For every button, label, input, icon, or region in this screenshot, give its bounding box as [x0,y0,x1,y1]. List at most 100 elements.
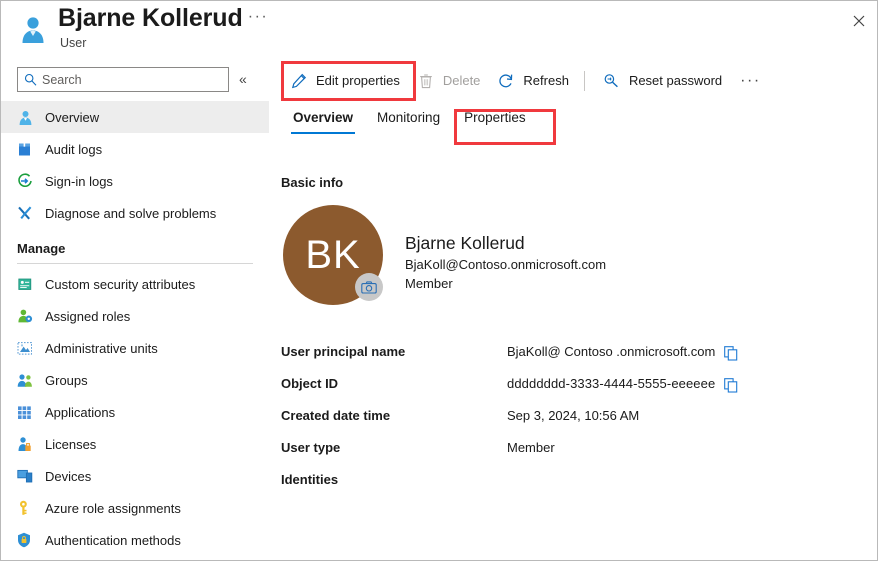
profile-text: Bjarne Kollerud BjaKoll@Contoso.onmicros… [405,205,606,293]
sidebar-item-label: Assigned roles [45,308,131,324]
sidebar-item-label: Devices [45,468,92,484]
sidebar-item-diagnose-and-solve-problems[interactable]: Diagnose and solve problems [1,197,269,229]
sidebar-item-label: Sign-in logs [45,173,113,189]
sidebar-item-applications[interactable]: Applications [1,396,269,428]
camera-icon[interactable] [355,273,383,301]
sidebar-nav-list: Overview Audit logs Sign-in logs Diagnos… [1,101,269,556]
property-key: User principal name [281,343,406,359]
refresh-button[interactable]: Refresh [488,65,577,97]
sidebar-item-label: Custom security attributes [45,276,196,292]
avatar-wrap: BK [283,205,383,305]
shield-lock-icon [17,530,39,550]
sidebar-divider [17,263,253,264]
edit-properties-label: Edit properties [316,73,400,88]
property-value: dddddddd-3333-4444-5555-eeeeee [507,375,716,391]
sidebar-item-sign-in-logs[interactable]: Sign-in logs [1,165,269,197]
sidebar-item-devices[interactable]: Devices [1,460,269,492]
blade-header: Bjarne Kollerud User ··· [1,1,877,57]
sidebar-item-audit-logs[interactable]: Audit logs [1,133,269,165]
toolbar-divider [583,70,585,91]
property-value: BjaKoll@ Contoso .onmicrosoft.com [507,343,716,359]
wrench-icon [17,203,39,223]
sidebar-item-label: Authentication methods [45,532,181,548]
property-row-user-principal-name: User principal name BjaKoll@ Contoso .on… [281,335,867,367]
sidebar-item-label: Licenses [45,436,97,452]
reset-password-button[interactable]: Reset password [594,65,730,97]
profile-upn: BjaKoll@Contoso.onmicrosoft.com [405,257,607,272]
certificate-icon [17,274,39,294]
sidebar-item-overview[interactable]: Overview [1,101,269,133]
key-search-icon [602,72,622,90]
sidebar-item-label: Applications [45,404,116,420]
sidebar-item-assigned-roles[interactable]: Assigned roles [1,300,269,332]
sidebar-item-label: Audit logs [45,141,103,157]
sidebar-item-administrative-units[interactable]: Administrative units [1,332,269,364]
sign-in-icon [17,171,39,191]
close-icon[interactable] [846,10,872,36]
sidebar-item-label: Diagnose and solve problems [45,205,217,221]
section-title-basic-info: Basic info [281,175,344,190]
header-more-menu-button[interactable]: ··· [247,9,269,31]
licenses-icon [17,434,39,454]
copy-icon[interactable] [724,345,738,361]
property-row-identities: Identities [281,463,867,495]
sidebar-item-custom-security-attributes[interactable]: Custom security attributes [1,268,269,300]
blade-content: Edit properties Delete Refresh Reset pas… [269,57,877,560]
tab-bar: Overview Monitoring Properties [269,104,877,142]
sidebar-item-label: Administrative units [45,340,158,356]
sidebar-group-title-manage: Manage [17,240,66,256]
property-row-object-id: Object ID dddddddd-3333-4444-5555-eeeeee [281,367,867,399]
sidebar-item-groups[interactable]: Groups [1,364,269,396]
collapse-sidebar-chevron-icon[interactable]: « [239,69,247,89]
sidebar-item-authentication-methods[interactable]: Authentication methods [1,524,269,556]
user-icon [17,13,49,45]
sidebar-search-row: « [17,67,253,92]
sidebar: « Overview [1,57,269,560]
search-input[interactable] [42,72,212,87]
property-value: Member [507,439,555,455]
property-key: Created date time [281,407,391,423]
key-icon [17,498,39,518]
edit-properties-button[interactable]: Edit properties [281,65,408,97]
applications-grid-icon [17,402,39,422]
groups-icon [17,370,39,390]
command-toolbar: Edit properties Delete Refresh Reset pas… [269,57,877,104]
sidebar-item-licenses[interactable]: Licenses [1,428,269,460]
property-key: Identities [281,471,339,487]
devices-icon [17,466,39,486]
tab-overview[interactable]: Overview [281,104,365,134]
book-icon [17,139,39,159]
delete-label: Delete [442,73,481,88]
toolbar-more-menu-button[interactable]: ··· [734,72,766,88]
property-row-user-type: User type Member [281,431,867,463]
property-key: User type [281,439,341,455]
property-row-created-date-time: Created date time Sep 3, 2024, 10:56 AM [281,399,867,431]
profile-user-type: Member [405,276,453,291]
tab-monitoring[interactable]: Monitoring [365,104,452,134]
copy-icon[interactable] [724,377,738,393]
refresh-icon [496,72,516,90]
azure-user-blade: Bjarne Kollerud User ··· « [0,0,878,561]
sidebar-item-azure-role-assignments[interactable]: Azure role assignments [1,492,269,524]
user-icon [17,107,39,127]
profile-name: Bjarne Kollerud [405,233,525,253]
tab-properties[interactable]: Properties [452,104,538,134]
assigned-roles-icon [17,306,39,326]
administrative-units-icon [17,338,39,358]
page-title: Bjarne Kollerud [58,4,243,32]
property-value: Sep 3, 2024, 10:56 AM [507,407,640,423]
search-icon [18,73,42,86]
property-key: Object ID [281,375,339,391]
page-subtitle: User [60,36,87,50]
sidebar-item-label: Azure role assignments [45,500,181,516]
pencil-icon [289,72,309,90]
properties-list: User principal name BjaKoll@ Contoso .on… [281,335,867,495]
refresh-label: Refresh [523,73,569,88]
search-box[interactable] [17,67,229,92]
reset-password-label: Reset password [628,73,723,88]
sidebar-item-label: Overview [45,109,100,125]
profile-summary: BK Bjarne Kollerud BjaKoll@Contoso.onmic… [283,205,606,305]
delete-button[interactable]: Delete [408,65,489,97]
sidebar-item-label: Groups [45,372,88,388]
trash-icon [416,72,436,90]
